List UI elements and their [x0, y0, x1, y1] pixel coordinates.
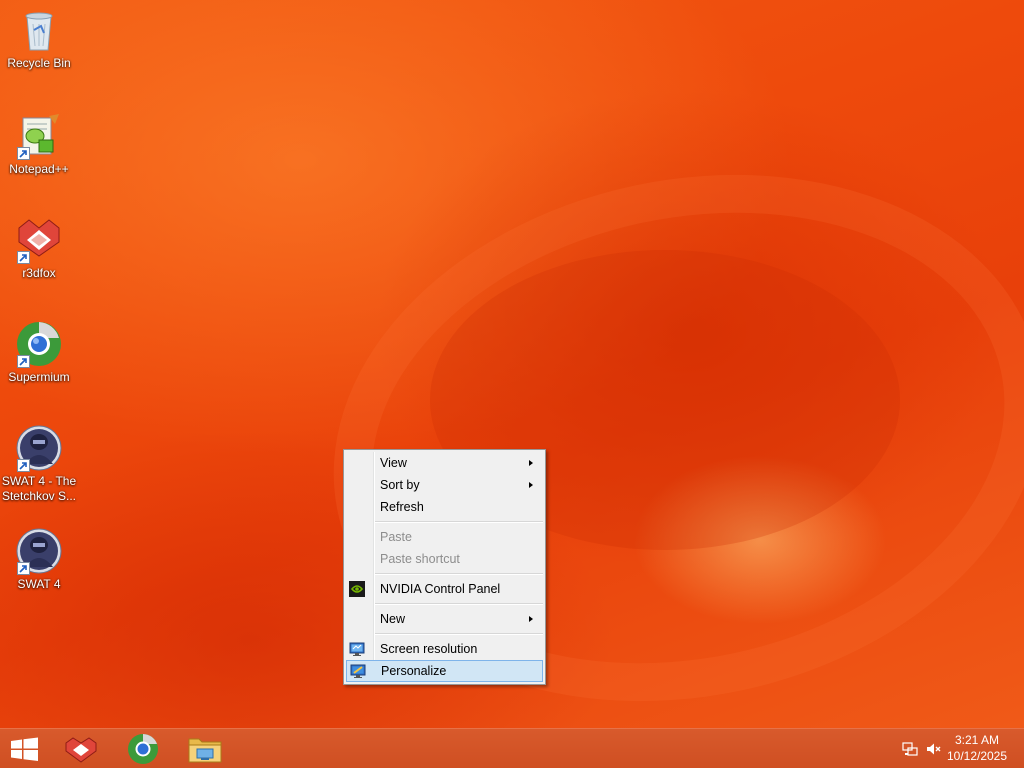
menu-item-label: Paste shortcut: [380, 552, 460, 566]
menu-item-label: View: [380, 456, 407, 470]
menu-item-label: NVIDIA Control Panel: [380, 582, 501, 596]
menu-item-paste[interactable]: Paste: [346, 526, 543, 548]
menu-separator: [374, 573, 543, 575]
system-tray: 3:21 AM 10/12/2025: [884, 729, 1024, 769]
menu-item-label: Screen resolution: [380, 642, 478, 656]
clock-time: 3:21 AM: [954, 733, 1000, 747]
swat4-stetchkov-icon: [15, 424, 63, 472]
swat4-icon: [15, 527, 63, 575]
menu-item-nvidia-control-panel[interactable]: NVIDIA Control Panel: [346, 578, 543, 600]
windows-start-icon: [11, 737, 38, 761]
shortcut-arrow-icon: [17, 147, 30, 160]
menu-item-label: Paste: [380, 530, 412, 544]
shortcut-arrow-icon: [17, 459, 30, 472]
submenu-arrow-icon: [529, 482, 533, 488]
r3dfox-icon: [65, 737, 97, 763]
taskbar-supermium-button[interactable]: [115, 729, 171, 769]
menu-separator: [374, 603, 543, 605]
r3dfox-icon: [15, 216, 63, 264]
menu-item-new[interactable]: New: [346, 608, 543, 630]
supermium-icon: [15, 320, 63, 368]
menu-item-label: New: [380, 612, 406, 626]
menu-item-label: Refresh: [380, 500, 424, 514]
menu-item-label: Personalize: [381, 664, 447, 678]
taskbar-file-explorer-button[interactable]: [177, 729, 233, 769]
recycle-bin-icon: [15, 6, 63, 54]
menu-item-refresh[interactable]: Refresh: [346, 496, 543, 518]
taskbar: 3:21 AM 10/12/2025: [0, 728, 1024, 768]
taskbar-r3dfox-button[interactable]: [54, 729, 110, 769]
notepad-plus-plus-icon: [15, 112, 63, 160]
desktop-icon-recycle-bin[interactable]: Recycle Bin: [0, 6, 78, 71]
clock-date: 10/12/2025: [946, 749, 1008, 763]
desktop-icon-supermium[interactable]: Supermium: [0, 320, 78, 385]
taskbar-clock[interactable]: 3:21 AM 10/12/2025: [944, 732, 1010, 764]
desktop-icon-label: SWAT 4: [17, 577, 61, 591]
volume-muted-icon[interactable]: [925, 741, 941, 760]
screen-resolution-icon: [349, 641, 365, 657]
desktop-icon-notepad-plus-plus[interactable]: Notepad++: [0, 112, 78, 177]
desktop-icon-label: Supermium: [8, 370, 70, 384]
supermium-icon: [128, 734, 158, 764]
menu-item-sort-by[interactable]: Sort by: [346, 474, 543, 496]
desktop-icon-label: r3dfox: [22, 266, 56, 280]
file-explorer-icon: [188, 738, 222, 763]
desktop-icon-swat4-stetchkov[interactable]: SWAT 4 - The Stetchkov S...: [0, 424, 78, 504]
personalize-icon: [350, 663, 366, 679]
nvidia-icon: [349, 581, 365, 597]
start-button[interactable]: [0, 729, 56, 769]
desktop-wallpaper[interactable]: Recycle Bin Notepad++ r3dfox Supermium S…: [0, 0, 1024, 728]
desktop-icon-r3dfox[interactable]: r3dfox: [0, 216, 78, 281]
shortcut-arrow-icon: [17, 355, 30, 368]
menu-item-paste-shortcut[interactable]: Paste shortcut: [346, 548, 543, 570]
menu-item-screen-resolution[interactable]: Screen resolution: [346, 638, 543, 660]
desktop-icon-label: Recycle Bin: [7, 56, 71, 70]
desktop-icon-label: Notepad++: [9, 162, 69, 176]
menu-separator: [374, 633, 543, 635]
menu-item-personalize[interactable]: Personalize: [346, 660, 543, 682]
menu-item-view[interactable]: View: [346, 452, 543, 474]
shortcut-arrow-icon: [17, 251, 30, 264]
shortcut-arrow-icon: [17, 562, 30, 575]
network-icon[interactable]: [902, 741, 918, 760]
submenu-arrow-icon: [529, 460, 533, 466]
menu-separator: [374, 521, 543, 523]
desktop-icon-swat4[interactable]: SWAT 4: [0, 527, 78, 592]
submenu-arrow-icon: [529, 616, 533, 622]
desktop-context-menu: View Sort by Refresh Paste Paste shortcu…: [343, 449, 546, 685]
desktop-icon-label: SWAT 4 - The Stetchkov S...: [1, 474, 77, 503]
menu-item-label: Sort by: [380, 478, 420, 492]
